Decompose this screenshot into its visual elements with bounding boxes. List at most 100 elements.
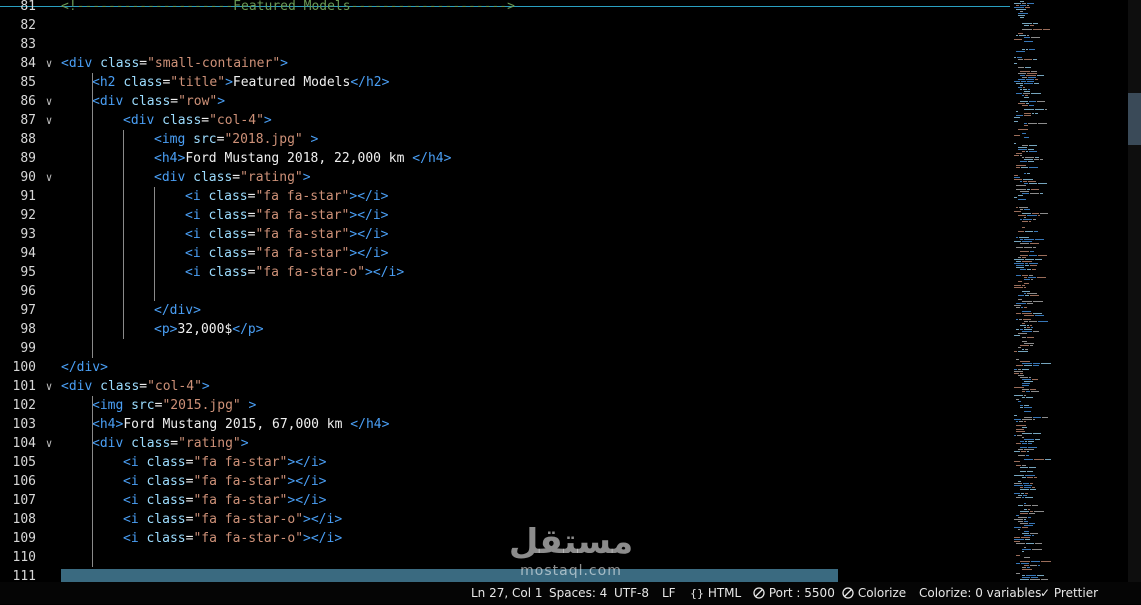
file-encoding[interactable]: UTF-8: [614, 582, 649, 604]
fold-chevron-icon[interactable]: ∨: [43, 111, 55, 130]
end-of-line[interactable]: LF: [662, 582, 676, 604]
minimap-stroke: [1016, 165, 1026, 166]
minimap-stroke: [1020, 579, 1029, 580]
colorize-toggle[interactable]: Colorize: [842, 582, 906, 604]
minimap-stroke: [1027, 189, 1030, 190]
code-editor[interactable]: 81 82 83 84 85 86 87 88 89 90 91 92 93 94 95 96 97 98 99 10…: [0, 0, 1010, 582]
code-line[interactable]: <div class="col-4">: [61, 377, 210, 396]
fold-chevron-icon[interactable]: ∨: [43, 168, 55, 187]
fold-chevron-icon[interactable]: ∨: [43, 377, 55, 396]
code-token: <h2: [92, 75, 124, 90]
code-line[interactable]: <i class="fa fa-star"></i>: [185, 206, 389, 225]
fold-chevron-icon[interactable]: ∨: [43, 54, 55, 73]
minimap-stroke: [1022, 145, 1028, 146]
vertical-scrollbar[interactable]: [1128, 0, 1141, 582]
code-token: ></i>: [287, 474, 327, 489]
code-line[interactable]: <i class="fa fa-star-o"></i>: [185, 263, 404, 282]
code-line[interactable]: <img src="2015.jpg" >: [92, 396, 256, 415]
minimap-stroke: [1022, 331, 1032, 332]
code-line[interactable]: <i class="fa fa-star"></i>: [185, 244, 389, 263]
code-token: <i: [123, 455, 147, 470]
code-line[interactable]: <img src="2018.jpg" >: [154, 130, 318, 149]
indent-guide: [123, 130, 124, 339]
minimap-stroke: [1025, 95, 1028, 96]
code-line[interactable]: <div class="rating">: [92, 434, 249, 453]
code-line[interactable]: <div class="row">: [92, 92, 225, 111]
minimap-stroke: [1035, 259, 1042, 260]
code-line[interactable]: </div>: [154, 301, 201, 320]
indentation-spaces[interactable]: Spaces: 4: [549, 582, 607, 604]
code-line[interactable]: <i class="fa fa-star"></i>: [123, 491, 327, 510]
line-number: 92: [20, 208, 36, 223]
minimap-stroke: [1014, 541, 1020, 542]
minimap-stroke: [1021, 307, 1023, 308]
minimap-stroke: [1024, 395, 1026, 396]
code-token: <i: [123, 531, 147, 546]
fold-chevron-icon[interactable]: ∨: [43, 92, 55, 111]
code-line[interactable]: </div>: [61, 358, 108, 377]
code-line[interactable]: <div class="small-container">: [61, 54, 288, 73]
minimap-stroke: [1020, 325, 1026, 326]
minimap-stroke: [1020, 511, 1029, 512]
code-line[interactable]: <i class="fa fa-star-o"></i>: [123, 510, 342, 529]
code-line[interactable]: <!--------------------Featured Models---…: [61, 0, 515, 16]
minimap-stroke: [1019, 35, 1026, 36]
minimap-stroke: [1031, 561, 1040, 562]
minimap-stroke: [1016, 111, 1018, 112]
minimap-stroke: [1018, 33, 1023, 34]
minimap-stroke: [1014, 197, 1017, 198]
code-line[interactable]: <div class="rating">: [154, 168, 311, 187]
minimap-stroke: [1018, 347, 1021, 348]
code-line[interactable]: <i class="fa fa-star"></i>: [185, 187, 389, 206]
code-token: =: [170, 436, 179, 451]
code-line[interactable]: <i class="fa fa-star-o"></i>: [123, 529, 342, 548]
cursor-position[interactable]: Ln 27, Col 1: [471, 582, 543, 604]
code-line[interactable]: <i class="fa fa-star"></i>: [185, 225, 389, 244]
minimap-stroke: [1027, 567, 1030, 568]
minimap-stroke: [1024, 411, 1031, 412]
code-line[interactable]: <i class="fa fa-star"></i>: [123, 453, 327, 472]
code-token: ></i>: [303, 531, 343, 546]
minimap-stroke: [1024, 183, 1028, 184]
minimap-stroke: [1025, 497, 1033, 498]
code-token: class: [208, 208, 248, 223]
minimap-stroke: [1016, 515, 1019, 516]
minimap-stroke: [1030, 533, 1038, 534]
code-token: >: [263, 113, 272, 128]
code-line[interactable]: <p>32,000$</p>: [154, 320, 264, 339]
colorize-variables[interactable]: Colorize: 0 variables: [919, 582, 1041, 604]
minimap-stroke: [1025, 263, 1028, 264]
minimap-stroke: [1024, 459, 1033, 460]
minimap-stroke: [1024, 277, 1027, 278]
minimap-stroke: [1034, 459, 1044, 460]
minimap-stroke: [1014, 419, 1021, 420]
minimap-stroke: [1022, 575, 1025, 576]
minimap-stroke: [1035, 315, 1044, 316]
minimap-stroke: [1020, 155, 1022, 156]
language-mode[interactable]: {} HTML: [690, 582, 741, 604]
code-token: <i: [185, 189, 209, 204]
code-line[interactable]: <h4>Ford Mustang 2018, 22,000 km </h4>: [154, 149, 451, 168]
live-server-port[interactable]: Port : 5500: [753, 582, 835, 604]
minimap-stroke: [1035, 543, 1042, 544]
prettier-status[interactable]: ✓ Prettier: [1040, 582, 1098, 604]
code-area[interactable]: <!--------------------Featured Models---…: [61, 0, 1010, 582]
minimap-stroke: [1024, 521, 1028, 522]
minimap-stroke: [1022, 23, 1032, 24]
minimap[interactable]: [1010, 0, 1128, 582]
minimap-stroke: [1022, 95, 1024, 96]
code-line[interactable]: <div class="col-4">: [123, 111, 272, 130]
minimap-stroke: [1028, 509, 1030, 510]
minimap-stroke: [1032, 549, 1042, 550]
minimap-stroke: [1037, 101, 1045, 102]
fold-chevron-icon[interactable]: ∨: [43, 434, 55, 453]
minimap-stroke: [1022, 389, 1029, 390]
code-line[interactable]: <i class="fa fa-star"></i>: [123, 472, 327, 491]
minimap-stroke: [1023, 179, 1033, 180]
minimap-stroke: [1025, 259, 1034, 260]
minimap-stroke: [1020, 5, 1026, 6]
minimap-stroke: [1035, 157, 1039, 158]
scrollbar-thumb[interactable]: [1128, 93, 1141, 145]
code-line[interactable]: <h4>Ford Mustang 2015, 67,000 km </h4>: [92, 415, 389, 434]
code-line[interactable]: <h2 class="title">Featured Models</h2>: [92, 73, 389, 92]
